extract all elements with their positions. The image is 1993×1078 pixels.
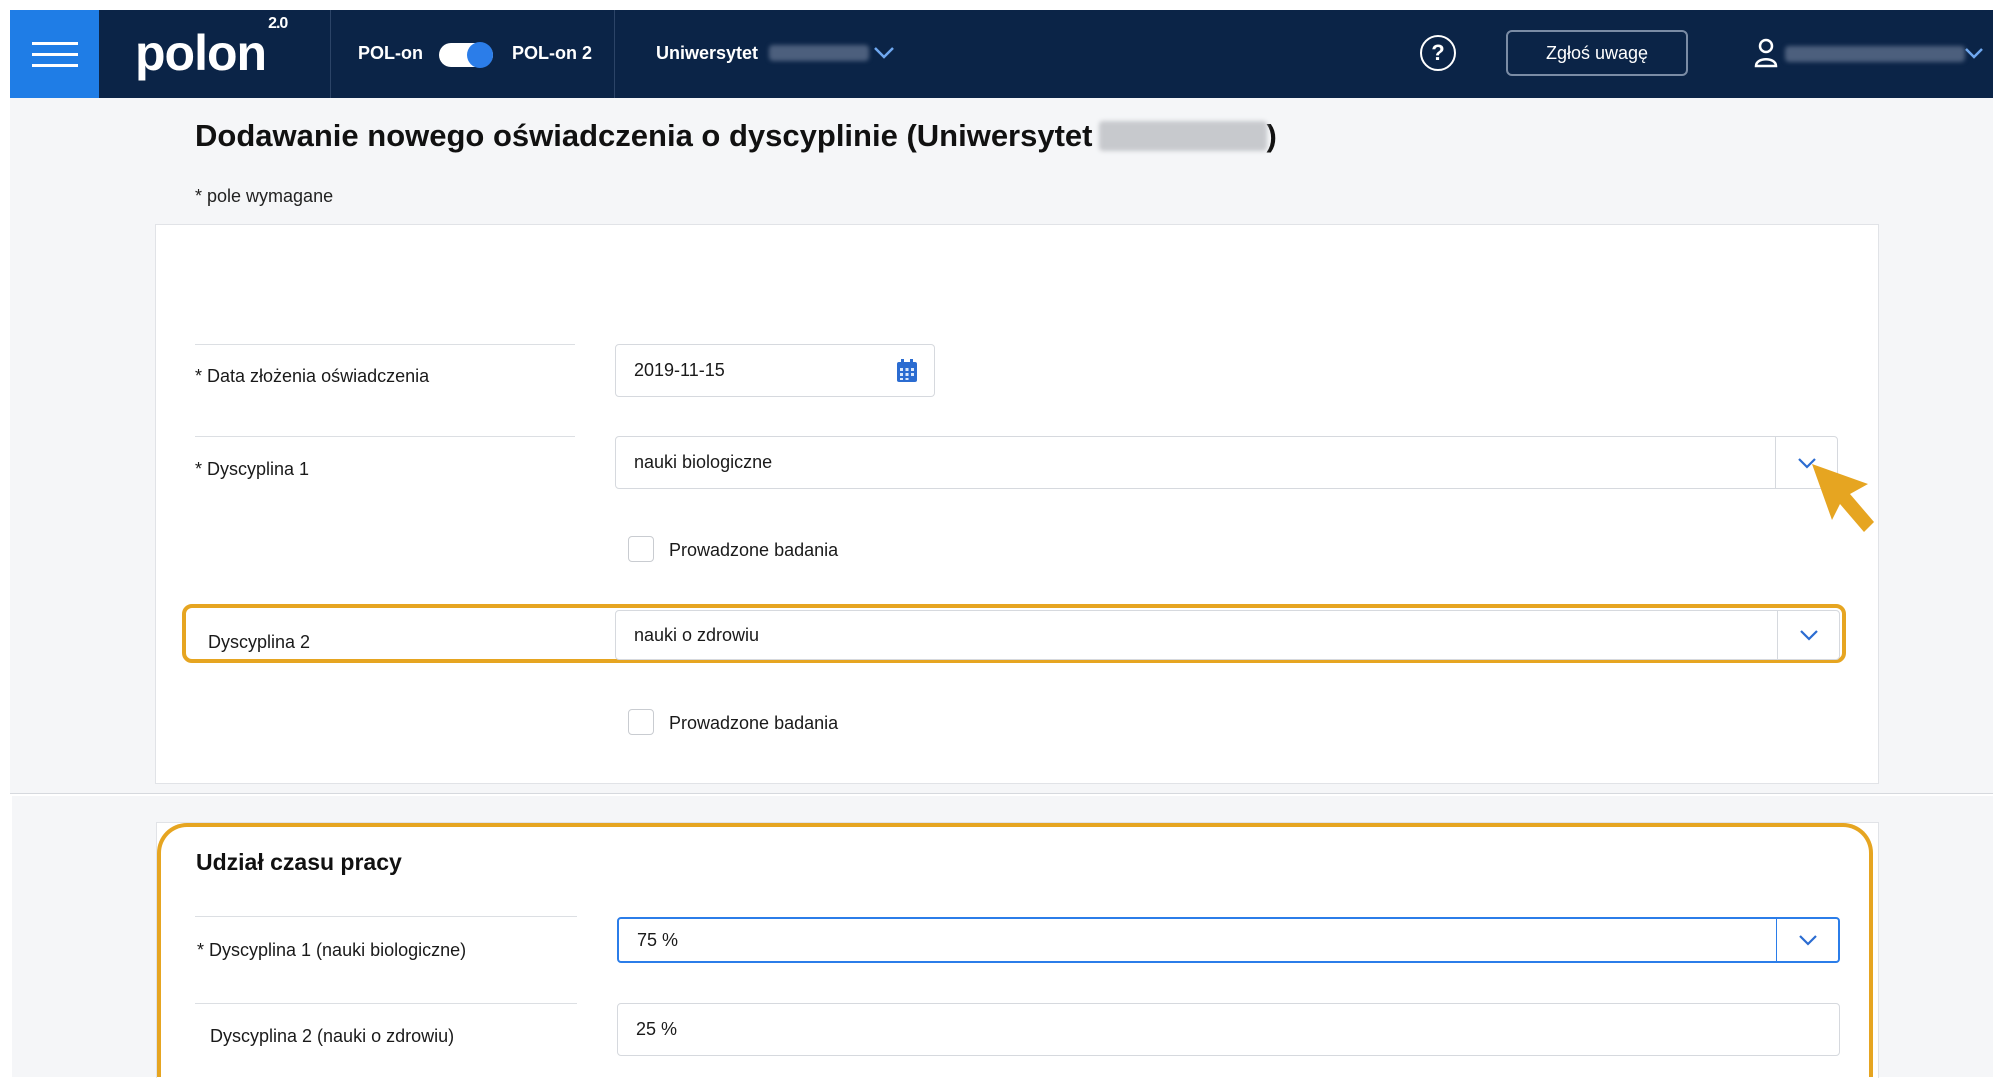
discipline-1-value: nauki biologiczne (634, 452, 773, 472)
polon-logo[interactable]: polon2.0 (135, 15, 288, 82)
row-divider (195, 916, 577, 917)
discipline-1-label: * Dyscyplina 1 (195, 459, 310, 479)
help-icon[interactable]: ? (1420, 35, 1456, 71)
institution-label: Uniwersytet (656, 43, 759, 63)
worktime-discipline-1-dropdown-button[interactable] (1776, 919, 1838, 961)
switch-left-label: POL-on (358, 43, 423, 63)
toggle-knob (467, 42, 493, 68)
date-input[interactable]: 2019-11-15 (615, 344, 881, 397)
declaration-form-card (155, 224, 1879, 784)
worktime-section-title: Udział czasu pracy (196, 849, 402, 875)
row-divider (195, 436, 575, 437)
hamburger-icon (31, 41, 78, 45)
discipline-2-value: nauki o zdrowiu (634, 624, 760, 645)
row-divider (195, 344, 575, 345)
discipline-1-select[interactable]: nauki biologiczne (615, 436, 1838, 489)
discipline-2-label: Dyscyplina 2 (208, 632, 311, 652)
hamburger-icon-line (31, 63, 78, 67)
worktime-discipline-2-input[interactable]: 25 % (617, 1003, 1840, 1056)
top-navigation-bar: polon2.0 POL-on POL-on 2 Uniwersytet ? Z… (10, 10, 1993, 98)
discipline-2-research-checkbox[interactable] (628, 709, 654, 735)
page-title-text: Dodawanie nowego oświadczenia o dyscypli… (195, 118, 1093, 153)
discipline-1-research-checkbox[interactable] (628, 536, 654, 562)
user-icon[interactable] (1754, 38, 1778, 68)
discipline-2-research-label: Prowadzone badania (669, 713, 839, 733)
discipline-2-select[interactable]: nauki o zdrowiu (615, 610, 1840, 660)
page-title: Dodawanie nowego oświadczenia o dyscypli… (195, 118, 1277, 154)
chevron-down-icon (1799, 630, 1818, 641)
row-divider (195, 1003, 577, 1004)
logo-text: polon (135, 25, 267, 81)
user-menu-chevron-icon[interactable] (1964, 47, 1984, 60)
report-feedback-button[interactable]: Zgłoś uwagę (1506, 30, 1688, 76)
hamburger-icon-line (31, 52, 78, 56)
calendar-button[interactable] (880, 344, 935, 397)
worktime-discipline-1-value: 75 % (637, 929, 679, 950)
redacted-user-name[interactable] (1785, 46, 1965, 62)
worktime-discipline-2-label: Dyscyplina 2 (nauki o zdrowiu) (210, 1026, 455, 1046)
divider (330, 10, 331, 98)
worktime-discipline-1-select[interactable]: 75 % (617, 917, 1840, 963)
chevron-down-icon (1798, 935, 1817, 946)
calendar-icon (897, 358, 917, 382)
worktime-discipline-2-value: 25 % (636, 1019, 678, 1039)
version-toggle-switch[interactable] (439, 42, 493, 68)
discipline-1-research-label: Prowadzone badania (669, 540, 839, 560)
divider (614, 10, 615, 98)
switch-right-label: POL-on 2 (512, 43, 592, 63)
arrow-cursor-icon (1812, 464, 1874, 532)
date-value: 2019-11-15 (634, 360, 725, 380)
hamburger-menu-button[interactable] (10, 10, 99, 98)
worktime-discipline-1-label: * Dyscyplina 1 (nauki biologiczne) (197, 940, 467, 960)
institution-selector[interactable]: Uniwersytet (656, 43, 870, 64)
chevron-down-icon[interactable] (873, 46, 895, 60)
page-title-suffix: ) (1266, 118, 1277, 153)
redacted-institution-name (769, 45, 870, 61)
discipline-2-dropdown-button[interactable] (1777, 611, 1839, 659)
date-label: * Data złożenia oświadczenia (195, 366, 430, 386)
required-fields-note: * pole wymagane (195, 186, 334, 206)
redacted-institution-name (1098, 121, 1267, 151)
logo-version: 2.0 (268, 15, 288, 33)
